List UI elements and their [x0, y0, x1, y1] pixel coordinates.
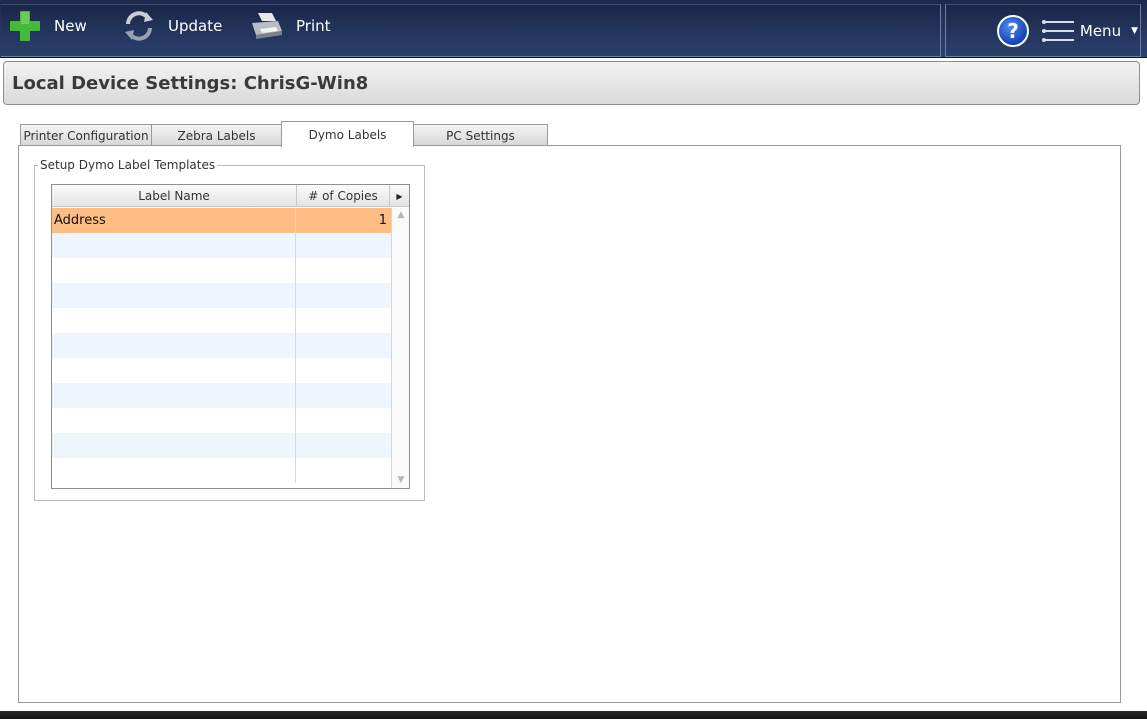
tab-label: Printer Configuration: [23, 128, 149, 143]
cell-copies[interactable]: 1: [297, 208, 391, 233]
tab-label: Zebra Labels: [177, 128, 256, 143]
tab-pc-settings[interactable]: PC Settings: [413, 124, 548, 146]
print-button[interactable]: Print: [250, 6, 331, 46]
column-header-copies[interactable]: # of Copies: [297, 185, 390, 207]
table-row[interactable]: Address 1: [52, 208, 391, 233]
menu-button-label: Menu: [1079, 22, 1122, 40]
empty-row: [52, 433, 391, 458]
window-bottom-edge: [0, 711, 1147, 719]
new-button[interactable]: New: [8, 6, 87, 46]
tab-label: PC Settings: [446, 128, 515, 143]
tab-dymo-labels[interactable]: Dymo Labels: [281, 121, 414, 147]
column-header-label-name[interactable]: Label Name: [52, 185, 297, 207]
toolbar: New Update Print ? Menu ▼: [0, 0, 1147, 58]
dymo-templates-grid: Label Name # of Copies ▶ Address 1 ▲ ▼: [51, 184, 410, 489]
grid-body: Address 1: [52, 208, 391, 483]
question-icon: ?: [1007, 19, 1019, 43]
plus-icon: [10, 11, 40, 41]
app-window: New Update Print ? Menu ▼ Local Device S…: [0, 0, 1147, 719]
new-button-label: New: [54, 17, 87, 35]
scroll-down-icon[interactable]: ▼: [395, 475, 407, 485]
scroll-up-icon[interactable]: ▲: [395, 210, 407, 220]
empty-row: [52, 333, 391, 358]
printer-icon: [252, 13, 282, 39]
column-chooser-arrow-icon[interactable]: ▶: [390, 185, 409, 207]
empty-row: [52, 233, 391, 258]
empty-row: [52, 408, 391, 433]
empty-row: [52, 458, 391, 483]
menu-button[interactable]: Menu ▼: [1042, 15, 1138, 47]
page-title: Local Device Settings: ChrisG-Win8: [12, 72, 369, 94]
tab-printer-configuration[interactable]: Printer Configuration: [20, 124, 152, 146]
groupbox-legend: Setup Dymo Label Templates: [38, 158, 218, 172]
empty-row: [52, 308, 391, 333]
grid-vertical-scrollbar[interactable]: ▲ ▼: [391, 208, 409, 488]
list-menu-icon: [1042, 17, 1074, 45]
empty-row: [52, 283, 391, 308]
page-title-bar: Local Device Settings: ChrisG-Win8: [3, 61, 1140, 105]
print-button-label: Print: [296, 17, 331, 35]
empty-row: [52, 383, 391, 408]
tab-zebra-labels[interactable]: Zebra Labels: [151, 124, 282, 146]
empty-row: [52, 358, 391, 383]
grid-header: Label Name # of Copies ▶: [52, 185, 409, 207]
refresh-icon: [125, 11, 153, 41]
caret-down-icon: ▼: [1131, 26, 1138, 36]
help-button[interactable]: ?: [997, 15, 1029, 47]
tab-label: Dymo Labels: [308, 127, 387, 142]
update-button[interactable]: Update: [122, 6, 222, 46]
update-button-label: Update: [168, 17, 223, 35]
cell-label-name[interactable]: Address: [52, 208, 296, 233]
empty-row: [52, 258, 391, 283]
